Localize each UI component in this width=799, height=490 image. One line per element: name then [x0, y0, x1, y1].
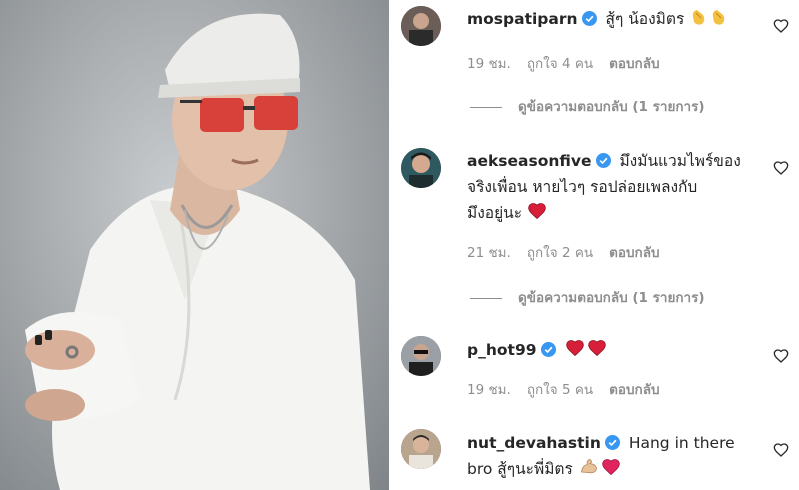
divider — [470, 297, 502, 299]
like-comment-heart-icon[interactable] — [773, 160, 789, 176]
comment-username[interactable]: aekseasonfive — [467, 152, 592, 170]
comment-likes[interactable]: ถูกใจ 4 คน — [527, 56, 593, 72]
comment-time: 19 ชม. — [467, 56, 511, 72]
view-replies-button[interactable]: ดูข้อความตอบกลับ (1 รายการ) — [470, 95, 705, 117]
post-photo — [0, 0, 389, 490]
comment-body: mospatiparn สู้ๆ น้องมิตร — [467, 6, 759, 32]
red-heart-icon — [528, 203, 546, 220]
comment-time: 19 ชม. — [467, 382, 511, 398]
comment-body: aekseasonfive มึงมันแวมไพร์ของ จริงเพื่อ… — [467, 148, 759, 226]
comment-text: สู้ๆ น้องมิตร — [605, 10, 685, 28]
verified-badge-icon — [540, 342, 556, 357]
red-heart-icon — [588, 340, 607, 357]
comment-body: p_hot99 — [467, 337, 759, 363]
comment-username[interactable]: mospatiparn — [467, 10, 578, 28]
view-replies-label: ดูข้อความตอบกลับ (1 รายการ) — [518, 290, 705, 306]
verified-badge-icon — [581, 11, 597, 26]
comment-meta: 21 ชม. ถูกใจ 2 คน ตอบกลับ — [467, 241, 676, 263]
comment-likes[interactable]: ถูกใจ 5 คน — [527, 382, 593, 398]
reply-button[interactable]: ตอบกลับ — [609, 56, 659, 72]
like-comment-heart-icon[interactable] — [773, 442, 789, 458]
comments-panel: mospatiparn สู้ๆ น้องมิตร 19 ชม. ถูกใจ 4 … — [389, 0, 799, 490]
comment-text-line2: bro สู้ๆนะพี่มิตร — [467, 460, 573, 478]
pink-heart-icon — [602, 459, 620, 476]
divider — [470, 106, 502, 108]
comment-meta: 19 ชม. ถูกใจ 4 คน ตอบกลับ — [467, 52, 676, 74]
avatar[interactable] — [401, 148, 441, 188]
comment-meta: 19 ชม. ถูกใจ 5 คน ตอบกลับ — [467, 378, 676, 400]
flexed-biceps-icon — [580, 459, 597, 474]
view-replies-label: ดูข้อความตอบกลับ (1 รายการ) — [518, 99, 705, 115]
avatar[interactable] — [401, 429, 441, 469]
clap-icon — [693, 10, 705, 25]
verified-badge-icon — [604, 435, 620, 450]
clap-icon — [713, 10, 725, 25]
red-heart-icon — [566, 340, 585, 357]
verified-badge-icon — [595, 153, 611, 168]
comment-text-line1: มึงมันแวมไพร์ของ — [619, 152, 741, 170]
avatar[interactable] — [401, 6, 441, 46]
comment-text-line1: Hang in there — [628, 434, 735, 452]
comment-username[interactable]: p_hot99 — [467, 341, 537, 359]
reply-button[interactable]: ตอบกลับ — [609, 382, 659, 398]
comment-text-line2: จริงเพื่อน หายไวๆ รอปล่อยเพลงกับ — [467, 178, 698, 196]
post-photo-illustration — [25, 13, 370, 490]
comment-body: nut_devahastin Hang in there bro สู้ๆนะพ… — [467, 430, 759, 482]
like-comment-heart-icon[interactable] — [773, 348, 789, 364]
comment-likes[interactable]: ถูกใจ 2 คน — [527, 245, 593, 261]
comment-text-line3: มึงอยู่นะ — [467, 204, 523, 222]
like-comment-heart-icon[interactable] — [773, 18, 789, 34]
view-replies-button[interactable]: ดูข้อความตอบกลับ (1 รายการ) — [470, 286, 705, 308]
comment-time: 21 ชม. — [467, 245, 511, 261]
reply-button[interactable]: ตอบกลับ — [609, 245, 659, 261]
avatar[interactable] — [401, 336, 441, 376]
comment-username[interactable]: nut_devahastin — [467, 434, 601, 452]
